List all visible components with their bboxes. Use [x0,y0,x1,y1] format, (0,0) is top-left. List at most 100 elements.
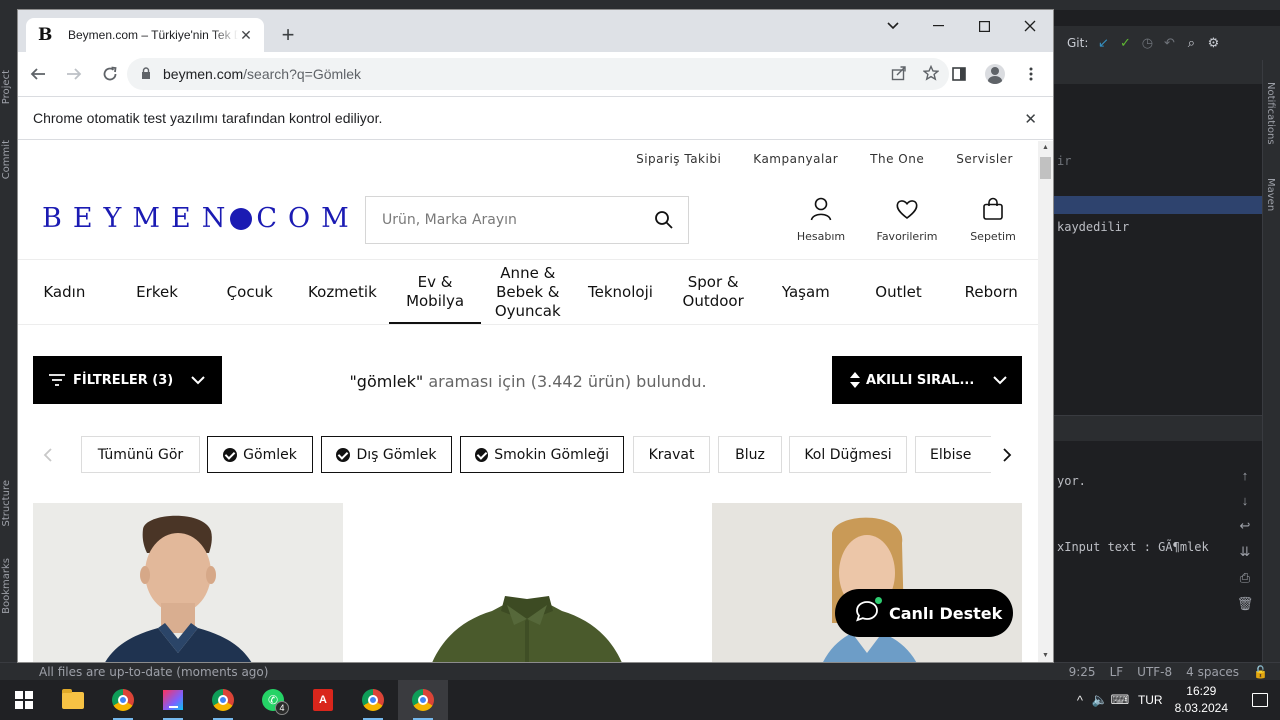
scrollbar-thumb[interactable] [1040,157,1051,179]
chip-kravat[interactable]: Kravat [633,436,710,473]
speaker-icon[interactable]: 🔈 [1090,692,1110,708]
favorites-button[interactable]: Favorilerim [864,197,950,243]
taskbar-chrome-active[interactable] [398,680,448,720]
profile-avatar[interactable] [981,60,1009,88]
bookmark-star-icon[interactable] [922,64,940,84]
git-rollback-icon[interactable]: ↶ [1162,36,1176,50]
git-history-icon[interactable]: ◷ [1140,36,1154,50]
close-icon[interactable]: ✕ [238,27,254,44]
window-close-button[interactable] [1007,10,1053,42]
clock[interactable]: 16:29 8.03.2024 [1175,683,1228,717]
chip-all[interactable]: Tümünü Gör [81,436,200,473]
product-image-woman-denim-shirt [712,503,1022,662]
taskbar-chrome[interactable] [198,680,248,720]
category-anne-bebek[interactable]: Anne & Bebek & Oyuncak [481,260,574,324]
cart-button[interactable]: Sepetim [950,197,1036,243]
git-commit-icon[interactable]: ✓ [1118,36,1132,50]
new-tab-button[interactable]: + [276,22,300,47]
category-kozmetik[interactable]: Kozmetik [296,260,389,324]
start-button[interactable] [0,680,48,720]
ide-caret-position[interactable]: 9:25 [1069,665,1096,679]
keyboard-icon[interactable]: ⌨ [1110,692,1130,708]
ide-indent-setting[interactable]: 4 spaces [1186,665,1239,679]
browser-tab[interactable]: B Beymen.com – Türkiye'nin Tek Dijital L… [26,18,264,52]
category-spor-outdoor[interactable]: Spor & Outdoor [667,260,760,324]
maximize-button[interactable] [961,10,1007,42]
chip-dis-gomlek[interactable]: Dış Gömlek [321,436,452,473]
taskbar-intellij[interactable] [148,680,198,720]
page-scrollbar[interactable]: ▲ ▼ [1038,141,1053,662]
search-icon[interactable]: ⌕ [1184,36,1198,50]
chip-smokin-gomlegi[interactable]: Smokin Gömleği [460,436,624,473]
tab-search-button[interactable] [870,10,916,42]
gear-icon[interactable]: ⚙ [1206,36,1220,50]
link-order-tracking[interactable]: Sipariş Takibi [636,152,721,166]
ide-file-encoding[interactable]: UTF-8 [1137,665,1172,679]
close-icon[interactable]: ✕ [1024,110,1037,128]
minimize-button[interactable] [915,10,961,42]
reload-button[interactable] [94,58,126,90]
product-card[interactable] [372,503,682,662]
link-services[interactable]: Servisler [956,152,1013,166]
search-icon[interactable] [654,210,674,234]
link-the-one[interactable]: The One [870,152,924,166]
search-input[interactable] [382,212,642,228]
scroll-up-icon[interactable]: ▲ [1042,144,1049,151]
chevron-up-icon[interactable]: ^ [1070,693,1090,708]
taskbar-acrobat[interactable]: A [298,680,348,720]
arrow-up-icon[interactable]: ↑ [1242,468,1249,483]
ide-bookmarks-tab[interactable]: Bookmarks [1,558,12,614]
category-outlet[interactable]: Outlet [852,260,945,324]
ide-notifications-tab[interactable]: Notifications [1265,82,1276,145]
taskbar-chrome[interactable] [98,680,148,720]
chip-elbise[interactable]: Elbise [915,436,991,473]
ide-line-separator[interactable]: LF [1110,665,1124,679]
lock-icon[interactable] [141,66,153,82]
chevron-left-icon[interactable] [33,436,63,474]
scroll-down-icon[interactable]: ▼ [1042,652,1049,659]
category-erkek[interactable]: Erkek [111,260,204,324]
lock-icon[interactable]: 🔓 [1253,665,1268,679]
category-yasam[interactable]: Yaşam [760,260,853,324]
ide-maven-tab[interactable]: Maven [1265,178,1276,211]
git-update-icon[interactable]: ↙ [1096,36,1110,50]
live-support-button[interactable]: Canlı Destek [835,589,1013,637]
sort-button[interactable]: AKILLI SIRAL... [832,356,1022,404]
taskbar-whatsapp[interactable]: ✆ 4 [248,680,298,720]
category-ev-mobilya[interactable]: Ev & Mobilya [388,260,482,324]
chip-gomlek[interactable]: Gömlek [207,436,313,473]
address-bar[interactable]: beymen.com/search?q=Gömlek [127,58,949,90]
category-teknoloji[interactable]: Teknoloji [574,260,667,324]
side-panel-icon[interactable] [945,60,973,88]
ide-project-tab[interactable]: Project [1,70,12,104]
soft-wrap-icon[interactable]: ↩ [1240,518,1251,534]
product-card[interactable] [33,503,343,662]
account-button[interactable]: Hesabım [778,197,864,243]
arrow-down-icon[interactable]: ↓ [1242,493,1249,508]
print-icon[interactable]: ⎙ [1240,570,1250,586]
back-button[interactable] [22,58,54,90]
product-card[interactable] [712,503,1022,662]
chip-kol-dugmesi[interactable]: Kol Düğmesi [789,436,907,473]
share-icon[interactable] [891,65,907,84]
category-kadin[interactable]: Kadın [18,260,111,324]
more-menu-icon[interactable] [1017,60,1045,88]
category-cocuk[interactable]: Çocuk [203,260,296,324]
category-reborn[interactable]: Reborn [945,260,1038,324]
ide-title-bar [0,0,1280,10]
beymen-logo[interactable]: BEYMEN COM [42,203,360,234]
notification-center-button[interactable] [1240,680,1280,720]
bag-icon [982,197,1004,224]
ide-commit-tab[interactable]: Commit [1,140,12,179]
chevron-right-icon[interactable] [992,436,1022,474]
trash-icon[interactable]: 🗑 [1237,596,1254,612]
link-campaigns[interactable]: Kampanyalar [753,152,838,166]
browser-toolbar: beymen.com/search?q=Gömlek [18,52,1053,96]
taskbar-file-explorer[interactable] [48,680,98,720]
chip-bluz[interactable]: Bluz [718,436,782,473]
forward-button[interactable] [58,58,90,90]
scroll-to-end-icon[interactable]: ⇊ [1240,544,1251,560]
taskbar-chrome[interactable] [348,680,398,720]
input-language[interactable]: TUR [1138,693,1163,707]
ide-structure-tab[interactable]: Structure [1,480,12,527]
